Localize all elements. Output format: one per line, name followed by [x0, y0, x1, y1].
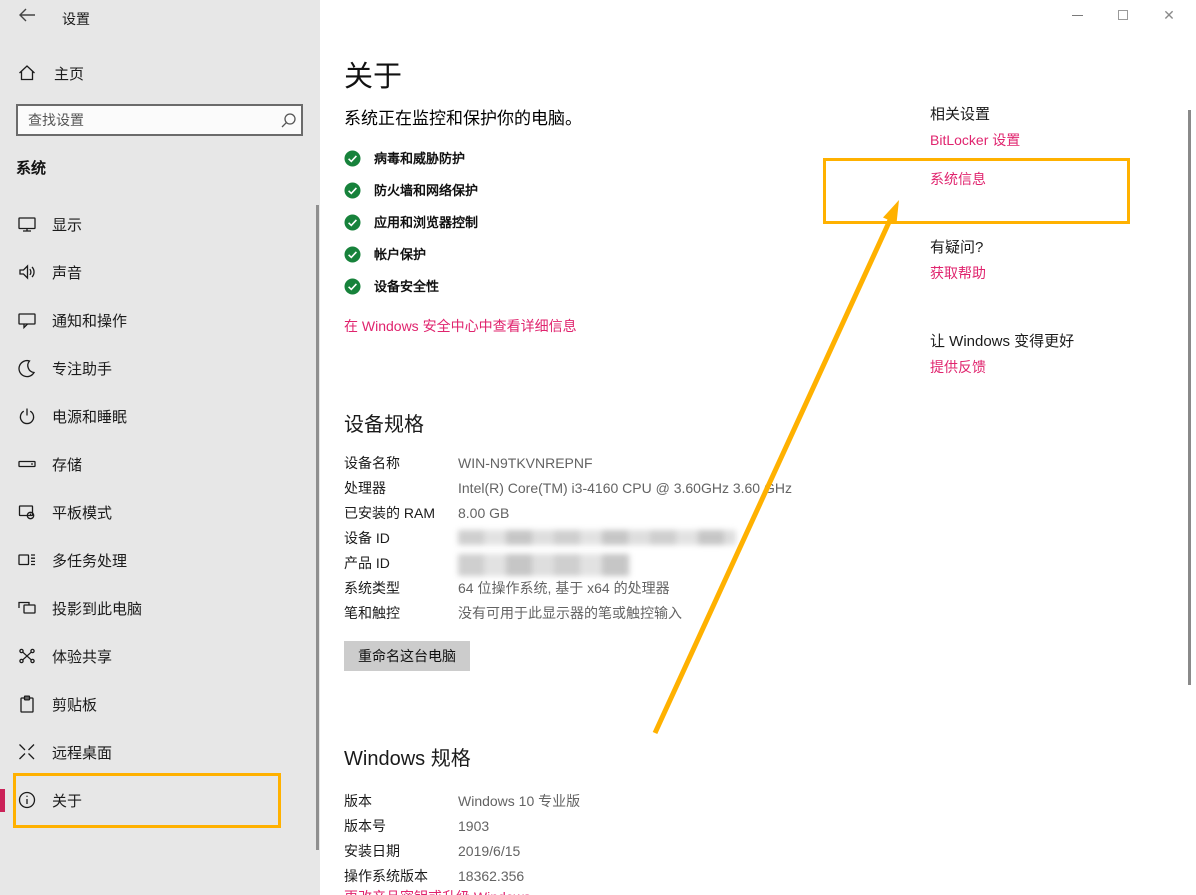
sidebar-item-shared-experiences[interactable]: 体验共享 — [0, 632, 320, 680]
remote-desktop-icon — [16, 741, 38, 763]
close-button[interactable]: ✕ — [1146, 0, 1192, 30]
sidebar-item-about[interactable]: 关于 — [0, 776, 320, 824]
spec-row: 笔和触控 没有可用于此显示器的笔或触控输入 — [344, 600, 792, 625]
sidebar-item-focus-assist[interactable]: 专注助手 — [0, 344, 320, 392]
check-circle-icon — [344, 182, 361, 199]
spec-row: 版本号 1903 — [344, 813, 580, 838]
minimize-icon — [1072, 15, 1083, 16]
change-product-key-link[interactable]: 更改产品密钥或升级 Windows — [344, 887, 531, 895]
questions-heading: 有疑问? — [930, 236, 983, 257]
security-status-text: 系统正在监控和保护你的电脑。 — [344, 104, 582, 129]
about-icon — [16, 789, 38, 811]
system-info-link[interactable]: 系统信息 — [930, 169, 986, 189]
sidebar-item-power-sleep[interactable]: 电源和睡眠 — [0, 392, 320, 440]
security-item: 帐户保护 — [344, 246, 478, 278]
security-items-list: 病毒和威胁防护 防火墙和网络保护 应用和浏览器控制 帐户保护 设备安全性 — [344, 150, 478, 310]
spec-row: 版本 Windows 10 专业版 — [344, 788, 580, 813]
project-icon — [16, 597, 38, 619]
sidebar-section-title: 系统 — [16, 157, 46, 178]
get-help-link[interactable]: 获取帮助 — [930, 263, 986, 283]
bitlocker-settings-link[interactable]: BitLocker 设置 — [930, 130, 1020, 150]
check-circle-icon — [344, 214, 361, 231]
search-icon[interactable] — [275, 112, 301, 129]
main-scrollbar[interactable] — [1188, 110, 1191, 685]
sound-icon — [16, 261, 38, 283]
sidebar-item-notifications[interactable]: 通知和操作 — [0, 296, 320, 344]
window-controls: ✕ — [1054, 0, 1192, 30]
rename-pc-button[interactable]: 重命名这台电脑 — [344, 641, 470, 671]
security-item: 防火墙和网络保护 — [344, 182, 478, 214]
related-settings-heading: 相关设置 — [930, 103, 990, 124]
windows-spec-heading: Windows 规格 — [344, 742, 471, 771]
spec-row: 已安装的 RAM 8.00 GB — [344, 500, 792, 525]
security-item: 应用和浏览器控制 — [344, 214, 478, 246]
sidebar: 设置 主页 系统 显示 声音 通知和操作 — [0, 0, 320, 895]
focus-assist-icon — [16, 357, 38, 379]
security-item: 病毒和威胁防护 — [344, 150, 478, 182]
check-circle-icon — [344, 246, 361, 263]
shared-experiences-icon — [16, 645, 38, 667]
storage-icon — [16, 453, 38, 475]
search-box[interactable] — [16, 104, 303, 136]
home-icon — [16, 62, 38, 84]
device-spec-rows: 设备名称 WIN-N9TKVNREPNF 处理器 Intel(R) Core(T… — [344, 450, 792, 625]
sidebar-item-home[interactable]: 主页 — [0, 58, 320, 88]
sidebar-scrollbar[interactable] — [316, 205, 319, 850]
main-panel: ✕ 关于 系统正在监控和保护你的电脑。 病毒和威胁防护 防火墙和网络保护 应用和… — [320, 0, 1196, 895]
spec-row: 设备名称 WIN-N9TKVNREPNF — [344, 450, 792, 475]
sidebar-item-storage[interactable]: 存储 — [0, 440, 320, 488]
sidebar-item-tablet-mode[interactable]: 平板模式 — [0, 488, 320, 536]
make-windows-better-heading: 让 Windows 变得更好 — [930, 330, 1074, 351]
redacted-device-id — [458, 530, 736, 545]
sidebar-item-clipboard[interactable]: 剪贴板 — [0, 680, 320, 728]
sidebar-item-display[interactable]: 显示 — [0, 200, 320, 248]
windows-spec-rows: 版本 Windows 10 专业版 版本号 1903 安装日期 2019/6/1… — [344, 788, 580, 888]
sidebar-item-multitasking[interactable]: 多任务处理 — [0, 536, 320, 584]
sidebar-item-remote-desktop[interactable]: 远程桌面 — [0, 728, 320, 776]
check-circle-icon — [344, 278, 361, 295]
minimize-button[interactable] — [1054, 0, 1100, 30]
notifications-icon — [16, 309, 38, 331]
feedback-link[interactable]: 提供反馈 — [930, 357, 986, 377]
spec-row: 系统类型 64 位操作系统, 基于 x64 的处理器 — [344, 575, 792, 600]
spec-row: 安装日期 2019/6/15 — [344, 838, 580, 863]
system-info-highlight-box — [823, 158, 1130, 224]
security-item: 设备安全性 — [344, 278, 478, 310]
check-circle-icon — [344, 150, 361, 167]
sidebar-nav: 显示 声音 通知和操作 专注助手 电源和睡眠 存储 — [0, 200, 320, 824]
power-sleep-icon — [16, 405, 38, 427]
sidebar-item-sound[interactable]: 声音 — [0, 248, 320, 296]
multitasking-icon — [16, 549, 38, 571]
page-title: 关于 — [344, 53, 402, 95]
maximize-icon — [1118, 10, 1128, 20]
maximize-button[interactable] — [1100, 0, 1146, 30]
spec-row: 设备 ID — [344, 525, 792, 550]
back-button[interactable] — [12, 5, 42, 29]
device-spec-heading: 设备规格 — [344, 408, 424, 437]
windows-security-details-link[interactable]: 在 Windows 安全中心中查看详细信息 — [344, 316, 577, 336]
sidebar-home-label: 主页 — [54, 63, 84, 84]
selected-item-accent-bar — [0, 789, 5, 812]
back-arrow-icon — [18, 8, 36, 27]
clipboard-icon — [16, 693, 38, 715]
app-title: 设置 — [62, 9, 90, 29]
spec-row: 操作系统版本 18362.356 — [344, 863, 580, 888]
settings-window: 设置 主页 系统 显示 声音 通知和操作 — [0, 0, 1196, 895]
close-icon: ✕ — [1163, 8, 1175, 22]
redacted-product-id — [458, 554, 630, 576]
sidebar-item-project[interactable]: 投影到此电脑 — [0, 584, 320, 632]
spec-row: 处理器 Intel(R) Core(TM) i3-4160 CPU @ 3.60… — [344, 475, 792, 500]
spec-row: 产品 ID — [344, 550, 792, 575]
display-icon — [16, 213, 38, 235]
tablet-mode-icon — [16, 501, 38, 523]
search-input[interactable] — [18, 112, 275, 128]
